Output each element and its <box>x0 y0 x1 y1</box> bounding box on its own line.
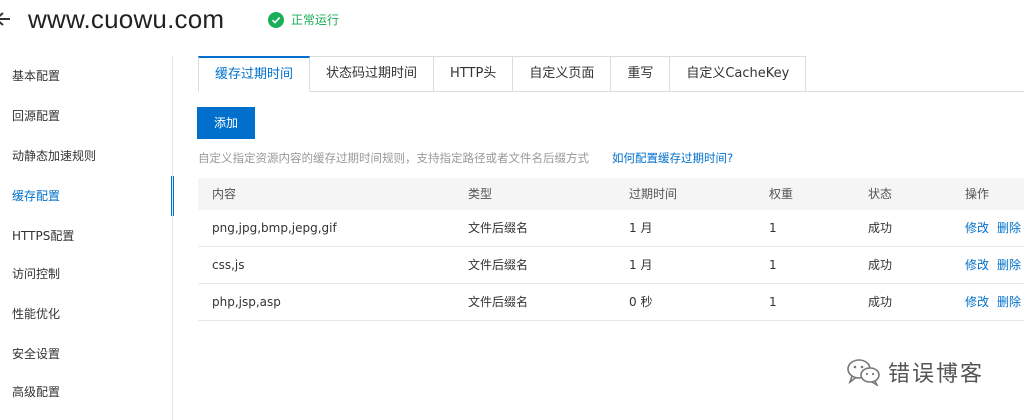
column-header-type: 类型 <box>468 187 493 201</box>
sidebar-item-performance[interactable]: 性能优化 <box>0 294 174 334</box>
cell-weight: 1 <box>769 221 777 235</box>
watermark-text: 错误博客 <box>888 362 985 387</box>
domain-title: www.cuowu.com <box>28 4 225 34</box>
cell-content: php,jsp,asp <box>212 295 281 309</box>
cell-actions: 修改 删除 <box>965 247 1024 283</box>
sidebar-item-access-control[interactable]: 访问控制 <box>0 254 174 294</box>
status-indicator: 正常运行 <box>268 11 339 28</box>
table-row: php,jsp,asp 文件后缀名 0 秒 1 成功 修改 删除 <box>198 284 1024 321</box>
cell-type: 文件后缀名 <box>468 258 529 272</box>
back-arrow-icon[interactable] <box>0 9 10 29</box>
wechat-icon <box>846 358 882 388</box>
column-header-weight: 权重 <box>769 187 794 201</box>
sidebar-item-advanced[interactable]: 高级配置 <box>0 372 174 412</box>
cell-type: 文件后缀名 <box>468 221 529 235</box>
tab-cache-expiry[interactable]: 缓存过期时间 <box>198 56 311 92</box>
tab-http-header[interactable]: HTTP头 <box>434 56 514 92</box>
column-header-status: 状态 <box>868 187 893 201</box>
cell-expire: 1 月 <box>629 221 653 235</box>
tab-status-code-expiry[interactable]: 状态码过期时间 <box>310 56 435 92</box>
cell-status: 成功 <box>868 258 893 272</box>
status-text: 正常运行 <box>291 13 340 27</box>
cell-expire: 1 月 <box>629 258 653 272</box>
column-header-actions: 操作 <box>965 187 990 201</box>
table-row: css,js 文件后缀名 1 月 1 成功 修改 删除 <box>198 247 1024 284</box>
sidebar-item-security[interactable]: 安全设置 <box>0 334 174 374</box>
cell-content: png,jpg,bmp,jepg,gif <box>212 221 337 235</box>
edit-link[interactable]: 修改 <box>965 221 989 235</box>
edit-link[interactable]: 修改 <box>965 258 989 272</box>
cell-content: css,js <box>212 258 245 272</box>
cell-weight: 1 <box>769 258 777 272</box>
hint-text: 自定义指定资源内容的缓存过期时间规则，支持指定路径或者文件名后缀方式 <box>198 151 589 165</box>
sidebar-item-acceleration-rules[interactable]: 动静态加速规则 <box>0 136 174 176</box>
cell-weight: 1 <box>769 295 777 309</box>
sidebar-item-cache[interactable]: 缓存配置 <box>0 176 174 216</box>
cell-actions: 修改 删除 <box>965 210 1024 246</box>
tab-custom-page[interactable]: 自定义页面 <box>513 56 612 92</box>
delete-link[interactable]: 删除 <box>997 221 1021 235</box>
table-row: png,jpg,bmp,jepg,gif 文件后缀名 1 月 1 成功 修改 删除 <box>198 210 1024 247</box>
cell-expire: 0 秒 <box>629 295 653 309</box>
sidebar-item-https[interactable]: HTTPS配置 <box>0 216 174 256</box>
column-header-expire: 过期时间 <box>629 187 678 201</box>
help-link[interactable]: 如何配置缓存过期时间? <box>612 150 733 166</box>
cell-type: 文件后缀名 <box>468 295 529 309</box>
sidebar-divider <box>172 56 173 420</box>
tab-bar: 缓存过期时间 状态码过期时间 HTTP头 自定义页面 重写 自定义CacheKe… <box>198 56 807 92</box>
table-header: 内容 类型 过期时间 权重 状态 操作 <box>198 178 1024 210</box>
tab-custom-cachekey[interactable]: 自定义CacheKey <box>670 56 807 92</box>
column-header-content: 内容 <box>212 187 237 201</box>
check-circle-icon <box>268 11 284 28</box>
watermark: 错误博客 <box>846 356 984 388</box>
sidebar: 基本配置 回源配置 动静态加速规则 缓存配置 HTTPS配置 访问控制 性能优化… <box>0 56 174 420</box>
tab-rewrite[interactable]: 重写 <box>611 56 671 92</box>
delete-link[interactable]: 删除 <box>997 258 1021 272</box>
edit-link[interactable]: 修改 <box>965 295 989 309</box>
sidebar-item-origin[interactable]: 回源配置 <box>0 96 174 136</box>
add-button[interactable]: 添加 <box>197 107 255 139</box>
rules-table: 内容 类型 过期时间 权重 状态 操作 png,jpg,bmp,jepg,gif… <box>198 178 1024 321</box>
delete-link[interactable]: 删除 <box>997 295 1021 309</box>
cell-status: 成功 <box>868 221 893 235</box>
top-bar: www.cuowu.com 正常运行 <box>0 0 1024 40</box>
sidebar-item-basic[interactable]: 基本配置 <box>0 56 174 96</box>
cell-status: 成功 <box>868 295 893 309</box>
cell-actions: 修改 删除 <box>965 284 1024 320</box>
